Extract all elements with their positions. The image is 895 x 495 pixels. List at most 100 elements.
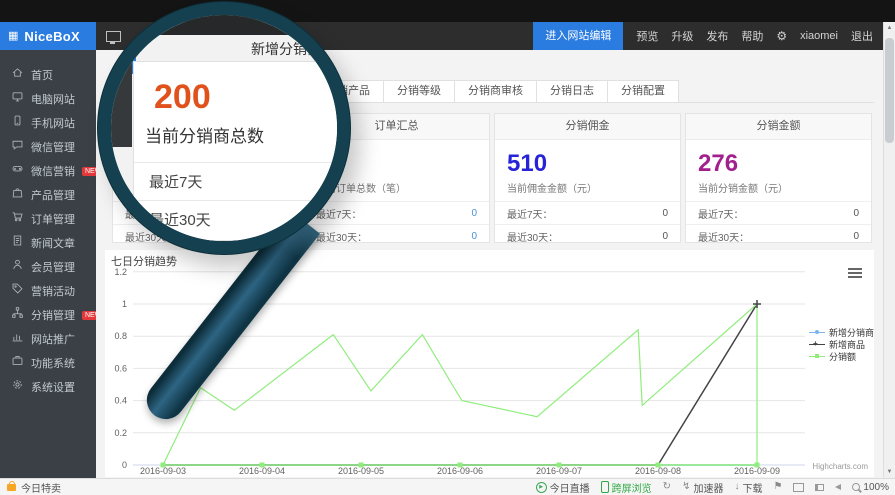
card-row: 最近7天：0: [686, 201, 871, 224]
svg-text:0: 0: [122, 460, 127, 470]
enter-site-editor-button[interactable]: 进入网站编辑: [533, 22, 623, 50]
phone-icon: [11, 114, 24, 132]
svg-text:1: 1: [122, 299, 127, 309]
status-item-今日直播[interactable]: ▶今日直播: [536, 480, 590, 495]
header-actions: 进入网站编辑 预览升级发布帮助 ⚙ xiaomei 退出: [533, 22, 883, 50]
sidebar-item-doc[interactable]: 新闻文章: [0, 231, 96, 255]
tab-2[interactable]: 分销商审核: [454, 80, 537, 102]
sidebar-item-label: 手机网站: [31, 115, 75, 131]
tab-3[interactable]: 分销日志: [536, 80, 608, 102]
sidebar-item-chat[interactable]: 微信管理: [0, 135, 96, 159]
sidebar-item-phone[interactable]: 手机网站: [0, 111, 96, 135]
tab-1[interactable]: 分销等级: [383, 80, 455, 102]
header-links: 预览升级发布帮助: [636, 28, 763, 44]
sidebar-item-label: 网站推广: [31, 331, 75, 347]
user-icon: [11, 258, 24, 276]
chart-panel: 七日分销趋势 新增分销商+新增商品分销额 Highcharts.com 00.2…: [105, 250, 874, 477]
monitor-icon: [11, 90, 24, 108]
username[interactable]: xiaomei: [800, 30, 838, 42]
sidebar-item-tag[interactable]: 营销活动: [0, 279, 96, 303]
bag-icon: [11, 186, 24, 204]
sidebar-item-gear[interactable]: 系统设置: [0, 375, 96, 399]
cart-icon: [11, 210, 24, 228]
sidebar-item-home[interactable]: 首页: [0, 63, 96, 87]
sidebar-item-label: 首页: [31, 67, 53, 83]
scrollbar[interactable]: ▲ ▼: [883, 22, 895, 478]
sidebar-item-label: 微信管理: [31, 139, 75, 155]
scrollbar-up-arrow[interactable]: ▲: [884, 25, 895, 31]
status-item-window2[interactable]: [815, 484, 824, 491]
stat-card-2: 分销佣金510当前佣金金额（元）最近7天：0最近30天：0: [494, 113, 681, 243]
status-item-text[interactable]: ⚑: [773, 482, 782, 492]
magnifier-icon: [852, 483, 860, 491]
svg-text:0.6: 0.6: [114, 363, 127, 373]
scrollbar-down-arrow[interactable]: ▼: [884, 469, 895, 475]
play-circle-icon: ▶: [536, 482, 547, 493]
status-item-speaker[interactable]: [835, 484, 841, 490]
sidebar-item-label: 系统设置: [31, 379, 75, 395]
sidebar-item-bars[interactable]: 网站推广: [0, 327, 96, 351]
sidebar-item-label: 新闻文章: [31, 235, 75, 251]
card-label: 当前佣金金额（元）: [507, 180, 680, 195]
sidebar-item-label: 微信营销: [31, 163, 75, 179]
sidebar-item-user[interactable]: 会员管理: [0, 255, 96, 279]
logout-link[interactable]: 退出: [851, 28, 873, 44]
magnified-value: 200: [154, 78, 211, 117]
magnified-row-7d: 最近7天: [149, 171, 202, 192]
sidebar-nav: 首页电脑网站手机网站微信管理微信营销NEW 产品管理订单管理新闻文章会员管理营销活…: [0, 50, 96, 478]
sidebar-item-label: 会员管理: [31, 259, 75, 275]
status-right-items: ▶今日直播跨屏浏览 ↻ ↯加速器 ↓下载 ⚑ 100%: [536, 480, 889, 495]
case-icon: [11, 354, 24, 372]
browser-status-bar: 今日特卖 ▶今日直播跨屏浏览 ↻ ↯加速器 ↓下载 ⚑ 100%: [0, 478, 895, 495]
scrollbar-thumb[interactable]: [885, 38, 894, 143]
gamepad-icon: [11, 162, 24, 180]
status-item-加速器[interactable]: ↯加速器: [682, 480, 723, 495]
magnifier-lens: 新增分销商 200 当前分销商总数 最近7天 最近30天: [98, 2, 350, 254]
sidebar-item-label: 产品管理: [31, 187, 75, 203]
speaker-icon: [835, 484, 841, 490]
sidebar-item-label: 营销活动: [31, 283, 75, 299]
status-item-window[interactable]: [793, 483, 804, 492]
shopping-bag-icon: [7, 484, 16, 491]
status-item-下载[interactable]: ↓下载: [734, 480, 762, 495]
svg-text:1.2: 1.2: [114, 267, 127, 277]
tab-4[interactable]: 分销配置: [607, 80, 679, 102]
stat-card-3: 分销金额276当前分销金额（元）最近7天：0最近30天：0: [685, 113, 872, 243]
sidebar-item-cart[interactable]: 订单管理: [0, 207, 96, 231]
chart-svg: 00.20.40.60.811.22016-09-032016-09-04201…: [105, 250, 874, 477]
sidebar-item-label: 功能系统: [31, 355, 75, 371]
card-label: 当前订单总数（笔）: [316, 180, 489, 195]
gear-icon[interactable]: ⚙: [776, 29, 787, 43]
sidebar-item-bag[interactable]: 产品管理: [0, 183, 96, 207]
header-link-2[interactable]: 发布: [706, 28, 728, 44]
magnified-card-title: 新增分销商: [251, 39, 321, 59]
magnified-sidebar-edge: [111, 35, 132, 147]
status-item-跨屏浏览[interactable]: 跨屏浏览: [601, 480, 652, 495]
card-value: 276: [698, 150, 871, 178]
today-deals-label: 今日特卖: [21, 480, 61, 495]
card-title: 分销佣金: [495, 114, 680, 140]
tag-icon: [11, 282, 24, 300]
sidebar-item-sitemap[interactable]: 分销管理NEW: [0, 303, 96, 327]
logo[interactable]: ▦ NiceBoX: [0, 22, 96, 50]
status-today-deals[interactable]: 今日特卖: [7, 480, 61, 495]
logo-text: NiceBoX: [24, 29, 80, 44]
doc-icon: [11, 234, 24, 252]
gear-icon: [11, 378, 24, 396]
phone-icon: [601, 481, 609, 493]
status-item-text[interactable]: ↻: [663, 482, 671, 492]
sidebar-item-case[interactable]: 功能系统: [0, 351, 96, 375]
sitemap-icon: [11, 306, 24, 324]
card-value: 510: [507, 150, 680, 178]
header-link-0[interactable]: 预览: [636, 28, 658, 44]
magnified-label: 当前分销商总数: [145, 122, 264, 147]
header-link-3[interactable]: 帮助: [741, 28, 763, 44]
sidebar-item-monitor[interactable]: 电脑网站: [0, 87, 96, 111]
card-row: 最近30天：0: [686, 224, 871, 247]
header-link-1[interactable]: 升级: [671, 28, 693, 44]
magnified-card: 200 当前分销商总数 最近7天 最近30天: [133, 61, 347, 241]
status-item-100%[interactable]: 100%: [852, 482, 889, 493]
sidebar-item-gamepad[interactable]: 微信营销NEW: [0, 159, 96, 183]
sidebar-item-label: 订单管理: [31, 211, 75, 227]
svg-text:0.8: 0.8: [114, 331, 127, 341]
